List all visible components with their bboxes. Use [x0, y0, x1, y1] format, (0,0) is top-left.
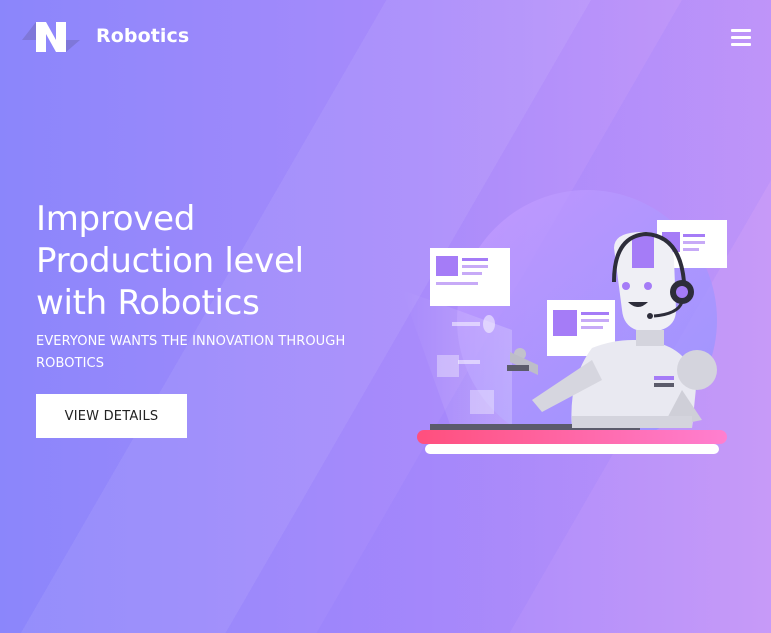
site-header: Robotics [0, 0, 771, 74]
logo-mark-icon [22, 22, 80, 52]
brand-logo[interactable] [22, 20, 80, 52]
hero-title-line: Production level [36, 241, 304, 281]
hero-subtitle: EVERYONE WANTS THE INNOVATION THROUGH RO… [36, 334, 346, 371]
menu-line [731, 36, 751, 39]
hero-section: Improved Production level with Robotics … [36, 198, 376, 375]
hero-title-line: with Robotics [36, 283, 260, 323]
menu-line [731, 29, 751, 32]
hero-title: Improved Production level with Robotics [36, 198, 376, 324]
menu-line [731, 43, 751, 46]
hamburger-menu-icon[interactable] [731, 29, 751, 46]
hero-title-line: Improved [36, 199, 195, 239]
brand-name[interactable]: Robotics [96, 25, 189, 47]
view-details-button[interactable]: VIEW DETAILS [36, 394, 187, 438]
robot-at-desk-image [402, 190, 727, 454]
robot-illustration [392, 190, 752, 465]
